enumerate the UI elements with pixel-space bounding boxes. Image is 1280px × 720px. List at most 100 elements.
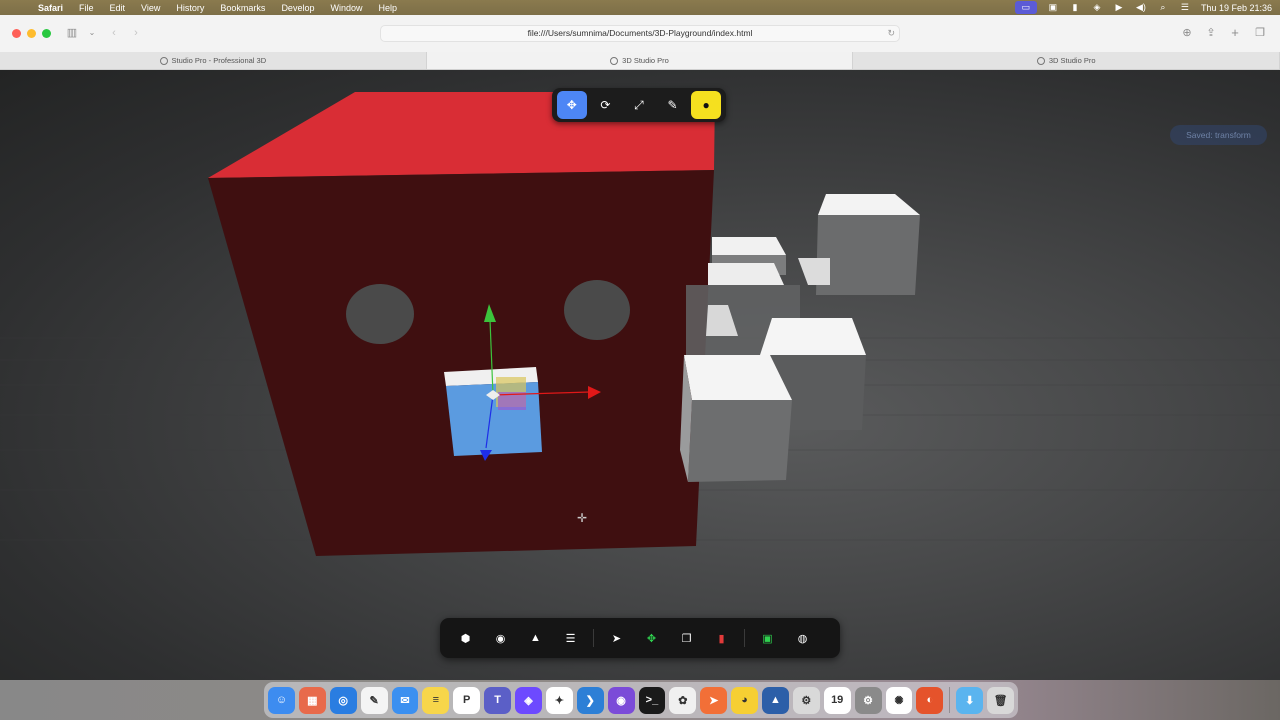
- share-icon[interactable]: ⇪: [1203, 26, 1219, 40]
- menu-window[interactable]: Window: [322, 3, 370, 13]
- menu-app-name[interactable]: Safari: [30, 3, 71, 13]
- dock-app-chatgpt-icon[interactable]: ✺: [885, 686, 913, 714]
- dock-app-downloads-icon[interactable]: ⬇: [956, 686, 984, 714]
- new-tab-icon[interactable]: +: [1227, 26, 1243, 40]
- volume-icon[interactable]: ◀): [1135, 2, 1147, 12]
- cube-icon: ⬢: [460, 632, 471, 645]
- dock-app-instruments-icon[interactable]: ▲: [762, 686, 789, 714]
- dock-app-cyberduck-icon[interactable]: ◕: [731, 686, 758, 714]
- add-cylinder-button[interactable]: ☰: [553, 623, 588, 653]
- save-icon: ▣: [762, 632, 773, 645]
- tab-bar: Studio Pro - Professional 3D 3D Studio P…: [0, 52, 1280, 70]
- dock-app-safari-icon[interactable]: ◎: [329, 686, 357, 714]
- window-controls: [12, 29, 51, 38]
- move-icon: ✥: [566, 98, 577, 112]
- play-status-icon[interactable]: ▶: [1113, 2, 1125, 12]
- menu-file[interactable]: File: [71, 3, 102, 13]
- paint-tool-button[interactable]: ✎: [658, 91, 688, 119]
- dock-app-proton-vpn-icon[interactable]: ◈: [515, 686, 542, 714]
- dock-app-launchpad-icon[interactable]: ▦: [298, 686, 326, 714]
- sidebar-toggle-icon[interactable]: ▥: [64, 26, 80, 40]
- add-cone-button[interactable]: ▲: [518, 623, 553, 653]
- menu-history[interactable]: History: [168, 3, 212, 13]
- dock-app-pages-icon[interactable]: P: [453, 686, 481, 714]
- dock-app-notes-icon[interactable]: ≡: [422, 686, 450, 714]
- add-cube-button[interactable]: ⬢: [448, 623, 483, 653]
- maximize-window-button[interactable]: [42, 29, 51, 38]
- object-toolbar: ⬢ ◉ ▲ ☰ ➤ ✥ ❐ ▮ ▣ ◍: [440, 618, 840, 658]
- dock-app-system-settings-icon[interactable]: ⚙: [854, 686, 882, 714]
- move-button[interactable]: ✥: [634, 623, 669, 653]
- chevron-down-icon[interactable]: ⌄: [84, 26, 100, 40]
- dock-app-mail-icon[interactable]: ✉: [391, 686, 419, 714]
- downloads-icon[interactable]: ⊕: [1179, 26, 1195, 40]
- menu-help[interactable]: Help: [370, 3, 405, 13]
- save-status-toast: Saved: transform: [1170, 125, 1267, 145]
- light-tool-button[interactable]: ●: [691, 91, 722, 119]
- address-bar[interactable]: file:///Users/sumnima/Documents/3D-Playg…: [380, 25, 900, 42]
- dock-app-siri-icon[interactable]: ◉: [607, 686, 635, 714]
- dock-app-swift-playgrounds-icon[interactable]: ➤: [700, 686, 728, 714]
- dock-app-terminal-icon[interactable]: >_: [638, 686, 666, 714]
- back-icon[interactable]: ‹: [106, 26, 122, 40]
- toolbar-divider: [593, 629, 594, 647]
- close-window-button[interactable]: [12, 29, 21, 38]
- dock-app-finder-icon[interactable]: ☺: [268, 686, 295, 714]
- crosshair-cursor-icon: ✛: [577, 511, 588, 525]
- camera-status-icon[interactable]: ▣: [1047, 2, 1059, 12]
- dock-app-preview-icon[interactable]: ⚙: [792, 686, 820, 714]
- save-button[interactable]: ▣: [750, 623, 785, 653]
- toolbar-divider: [744, 629, 745, 647]
- browser-toolbar: ▥ ⌄ ‹ › file:///Users/sumnima/Documents/…: [0, 15, 1280, 52]
- tab-studio-pro-professional[interactable]: Studio Pro - Professional 3D: [0, 52, 427, 69]
- menu-view[interactable]: View: [133, 3, 168, 13]
- select-button[interactable]: ➤: [599, 623, 634, 653]
- cylinder-icon: ☰: [565, 632, 576, 645]
- rotate-tool-button[interactable]: ⟳: [590, 91, 620, 119]
- menu-develop[interactable]: Develop: [273, 3, 322, 13]
- forward-icon[interactable]: ›: [128, 26, 144, 40]
- tab-label: 3D Studio Pro: [622, 56, 669, 65]
- pointer-icon: ➤: [611, 632, 622, 645]
- rotate-icon: ⟳: [600, 98, 611, 112]
- delete-button[interactable]: ▮: [704, 623, 739, 653]
- move-tool-button[interactable]: ✥: [556, 91, 587, 119]
- tab-overview-icon[interactable]: ❐: [1252, 26, 1268, 40]
- dock-app-bluesky-icon[interactable]: ✦: [545, 686, 573, 714]
- control-center-icon[interactable]: ☰: [1179, 2, 1191, 12]
- screen-mirroring-icon[interactable]: ▭: [1014, 1, 1037, 14]
- screenshot-button[interactable]: ◍: [785, 623, 820, 653]
- minimize-window-button[interactable]: [27, 29, 36, 38]
- dock-app-calendar-icon[interactable]: 19: [823, 686, 851, 714]
- tab-label: 3D Studio Pro: [1048, 56, 1096, 65]
- tab-3d-studio-pro[interactable]: 3D Studio Pro: [853, 52, 1280, 69]
- big-red-cube[interactable]: [208, 92, 715, 556]
- search-icon[interactable]: ⌕: [1157, 2, 1169, 12]
- add-sphere-button[interactable]: ◉: [483, 623, 518, 653]
- reload-icon[interactable]: ↻: [887, 26, 895, 41]
- brush-icon: ✎: [667, 98, 678, 112]
- camera-icon: ◍: [797, 632, 808, 645]
- 3d-viewport[interactable]: ✥ ⟳ ⤢ ✎ ● Saved: transform ✛ ⬢ ◉ ▲ ☰ ➤ ✥…: [0, 70, 1280, 680]
- 3d-scene[interactable]: [0, 70, 1280, 680]
- dock-app-trash-icon[interactable]: 🗑: [987, 686, 1014, 714]
- battery-icon[interactable]: ▮: [1069, 2, 1081, 12]
- scale-tool-button[interactable]: ⤢: [624, 91, 654, 119]
- tab-label: Studio Pro - Professional 3D: [171, 56, 267, 65]
- dock-app-freeform-icon[interactable]: ✎: [360, 686, 388, 714]
- dock-app-firefox-icon[interactable]: ◐: [916, 686, 944, 714]
- dock-app-teams-icon[interactable]: T: [484, 686, 511, 714]
- layers-status-icon[interactable]: ◈: [1091, 2, 1103, 12]
- move-icon: ✥: [646, 632, 657, 645]
- sphere-icon: ◉: [495, 632, 506, 645]
- menu-edit[interactable]: Edit: [102, 3, 134, 13]
- dock-app-photos-icon[interactable]: ✿: [669, 686, 697, 714]
- dock-app-vs-code-icon[interactable]: ❯: [576, 686, 604, 714]
- duplicate-button[interactable]: ❐: [669, 623, 704, 653]
- trash-icon: ▮: [718, 632, 725, 645]
- tab-3d-studio-pro-active[interactable]: 3D Studio Pro: [426, 52, 854, 69]
- cube-hole-right: [564, 280, 630, 340]
- scale-icon: ⤢: [634, 97, 644, 112]
- clock[interactable]: Thu 19 Feb 21:36: [1201, 3, 1272, 13]
- menu-bookmarks[interactable]: Bookmarks: [212, 3, 273, 13]
